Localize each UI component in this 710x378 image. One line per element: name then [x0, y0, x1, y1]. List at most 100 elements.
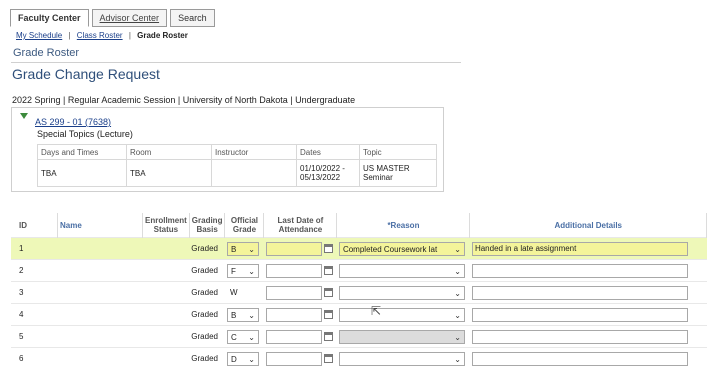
row-reason: ⌄ [336, 259, 470, 282]
reason-select[interactable]: ⌄ [338, 329, 465, 344]
table-row: 5 Graded C ⌄ ⌄ [11, 325, 707, 348]
class-link[interactable]: AS 299 - 01 (7638) [35, 117, 111, 127]
collapse-triangle-icon[interactable] [20, 113, 28, 119]
grade-value: W [229, 288, 238, 297]
row-id: 1 [11, 237, 58, 260]
chevron-down-icon: ⌄ [248, 266, 255, 276]
header-topic: Topic [359, 144, 437, 160]
row-grade: C ⌄ [224, 325, 264, 348]
chevron-down-icon: ⌄ [454, 266, 461, 276]
row-details [469, 325, 707, 348]
row-details [469, 281, 707, 304]
row-last-date [263, 347, 337, 369]
row-last-date [263, 237, 337, 260]
row-details [469, 259, 707, 282]
row-basis: Graded [189, 237, 225, 260]
row-grade: F ⌄ [224, 259, 264, 282]
table-row: 6 Graded D ⌄ ⌄ [11, 347, 707, 369]
row-enrollment [142, 303, 190, 326]
tab-search[interactable]: Search [170, 9, 215, 27]
row-last-date [263, 259, 337, 282]
details-value: Handed in a late assignment [474, 243, 577, 253]
details-input[interactable] [471, 307, 688, 322]
row-basis: Graded [189, 281, 225, 304]
reason-value: Completed Coursework lat [342, 244, 438, 254]
header-official-grade: Official Grade [224, 213, 265, 238]
reason-select[interactable]: ⌄ [338, 285, 465, 300]
header-days-times: Days and Times [37, 144, 127, 160]
reason-select[interactable]: ⌄ [338, 263, 465, 278]
row-basis: Graded [189, 347, 225, 369]
row-name [57, 281, 143, 304]
last-date-input[interactable] [265, 285, 322, 300]
grade-value: B [230, 244, 237, 254]
table-row: 4 Graded B ⌄ ⌄ [11, 303, 707, 326]
row-reason: ⌄ [336, 303, 470, 326]
calendar-icon[interactable] [323, 310, 333, 319]
breadcrumb-separator: | [128, 31, 131, 40]
details-input[interactable]: Handed in a late assignment [471, 241, 688, 256]
class-roster-link[interactable]: Class Roster [77, 31, 123, 40]
row-details [469, 303, 707, 326]
last-date-input[interactable] [265, 307, 322, 322]
grade-value: C [230, 332, 237, 342]
calendar-icon[interactable] [323, 266, 333, 275]
row-reason: Completed Coursework lat ⌄ [336, 237, 470, 260]
row-grade: B ⌄ [224, 303, 264, 326]
grade-value: B [230, 310, 237, 320]
row-id: 5 [11, 325, 58, 348]
grade-select[interactable]: D ⌄ [226, 351, 259, 366]
grade-select[interactable]: F ⌄ [226, 263, 259, 278]
grade-grid: ID Name Enrollment Status Grading Basis … [11, 213, 707, 369]
cell-dates: 01/10/2022 - 05/13/2022 [296, 159, 360, 187]
header-instructor: Instructor [211, 144, 297, 160]
row-id: 2 [11, 259, 58, 282]
chevron-down-icon: ⌄ [454, 288, 461, 298]
calendar-icon[interactable] [323, 288, 333, 297]
row-id: 3 [11, 281, 58, 304]
details-input[interactable] [471, 263, 688, 278]
grade-roster-current: Grade Roster [137, 31, 188, 40]
row-last-date [263, 325, 337, 348]
last-date-input[interactable] [265, 329, 322, 344]
row-name [57, 325, 143, 348]
tab-bar: Faculty Center Advisor Center Search [10, 9, 215, 27]
header-enrollment: Enrollment Status [142, 213, 190, 238]
calendar-icon[interactable] [323, 354, 333, 363]
calendar-icon[interactable] [323, 244, 333, 253]
header-room: Room [126, 144, 212, 160]
chevron-down-icon: ⌄ [248, 354, 255, 364]
grade-select[interactable]: B ⌄ [226, 241, 259, 256]
grade-select[interactable]: B ⌄ [226, 307, 259, 322]
reason-select[interactable]: ⌄ [338, 351, 465, 366]
reason-select[interactable]: ⌄ [338, 307, 465, 322]
calendar-icon[interactable] [323, 332, 333, 341]
details-input[interactable] [471, 285, 688, 300]
details-input[interactable] [471, 351, 688, 366]
cell-days: TBA [37, 159, 127, 187]
row-name [57, 347, 143, 369]
row-id: 6 [11, 347, 58, 369]
chevron-down-icon: ⌄ [454, 244, 461, 254]
term-line: 2022 Spring | Regular Academic Session |… [12, 95, 356, 105]
mouse-cursor-icon: ⇱ [371, 304, 382, 318]
cell-room: TBA [126, 159, 212, 187]
last-date-input[interactable] [265, 241, 322, 256]
reason-select[interactable]: Completed Coursework lat ⌄ [338, 241, 465, 256]
last-date-input[interactable] [265, 263, 322, 278]
grade-select[interactable]: C ⌄ [226, 329, 259, 344]
tab-advisor-center[interactable]: Advisor Center [91, 9, 168, 27]
header-reason: *Reason [336, 213, 471, 238]
grade-value: D [230, 354, 237, 364]
header-name: Name [57, 213, 143, 238]
tab-faculty-center[interactable]: Faculty Center [10, 9, 89, 27]
row-id: 4 [11, 303, 58, 326]
chevron-down-icon: ⌄ [248, 332, 255, 342]
header-details: Additional Details [469, 213, 707, 238]
row-last-date [263, 303, 337, 326]
details-input[interactable] [471, 329, 688, 344]
my-schedule-link[interactable]: My Schedule [16, 31, 62, 40]
last-date-input[interactable] [265, 351, 322, 366]
row-basis: Graded [189, 325, 225, 348]
class-title: Special Topics (Lecture) [37, 129, 133, 139]
